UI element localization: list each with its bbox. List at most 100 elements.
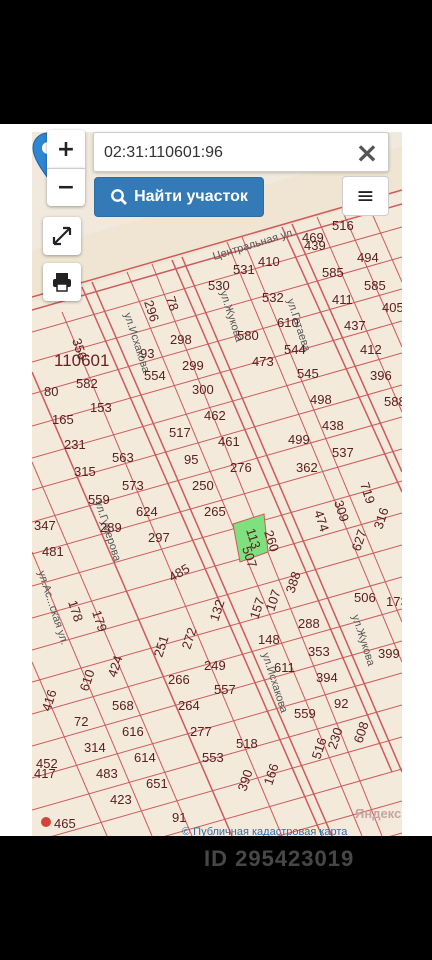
map-edge-marker [41, 817, 51, 827]
parcel-number: 299 [182, 358, 204, 373]
parcel-number: 265 [204, 504, 226, 519]
parcel-number: 588 [384, 394, 402, 409]
parcel-number: 559 [294, 706, 316, 721]
parcel-number: 264 [178, 698, 200, 713]
parcel-number: 557 [214, 682, 236, 697]
parcel-number: 608 [351, 720, 372, 745]
parcel-number: 554 [144, 368, 166, 383]
cadastral-map[interactable]: Центральная ул. ул.Гатаева ул.Жукова ул.… [32, 132, 402, 836]
parcel-number: 288 [298, 616, 320, 631]
parcel-number: 249 [204, 658, 226, 673]
parcel-number: 474 [311, 508, 332, 533]
parcel-number: 91 [172, 810, 186, 825]
parcel-number: 166 [261, 762, 282, 787]
parcel-number: 517 [169, 425, 191, 440]
parcel-number: 498 [310, 392, 332, 407]
parcel-number: 506 [354, 590, 376, 605]
find-parcel-button[interactable]: Найти участок [94, 177, 264, 217]
parcel-number: 494 [357, 250, 379, 265]
parcel-number: 481 [42, 544, 64, 559]
cadastral-number-input[interactable] [104, 141, 344, 165]
parcel-number: 437 [344, 318, 366, 333]
parcel-number: 416 [39, 688, 60, 713]
parcel-number: 405 [382, 300, 402, 315]
parcel-number: 412 [360, 342, 382, 357]
parcel-number: 315 [74, 464, 96, 479]
parcel-number: 300 [192, 382, 214, 397]
parcel-number: 544 [284, 342, 306, 357]
parcel-number: 316 [371, 506, 392, 531]
close-icon: × [355, 135, 379, 169]
parcel-number: 516 [309, 736, 330, 761]
parcel-number: 296 [141, 298, 162, 323]
parcel-number: 580 [237, 328, 259, 343]
parcel-number: 347 [34, 518, 56, 533]
printer-icon [53, 273, 71, 292]
parcel-number: 573 [122, 478, 144, 493]
expand-icon [52, 226, 72, 246]
parcel-number: 627 [349, 528, 370, 553]
parcel-number: 516 [332, 218, 354, 233]
parcel-number: 132 [207, 598, 228, 623]
parcel-number: 614 [134, 750, 156, 765]
street-label-west: ул.Ас...ская ул. [35, 569, 70, 646]
parcel-number: 461 [218, 434, 240, 449]
parcel-number: 173 [386, 594, 402, 609]
parcel-number: 610 [277, 315, 299, 330]
parcel-number: 179 [89, 608, 110, 633]
parcel-number: 309 [331, 498, 352, 523]
parcel-number: 532 [262, 290, 284, 305]
parcel-number: 553 [202, 750, 224, 765]
parcel-number: 399 [378, 646, 400, 661]
parcel-number: 314 [84, 740, 106, 755]
top-black-bar [0, 0, 432, 124]
clear-search-button[interactable]: × [352, 135, 382, 169]
parcel-number: 78 [163, 294, 182, 312]
parcel-number: 272 [179, 626, 200, 651]
parcel-number: 80 [44, 384, 58, 399]
parcel-number: 568 [112, 698, 134, 713]
parcel-number: 277 [190, 724, 212, 739]
parcel-number: 396 [370, 368, 392, 383]
parcel-number: 178 [65, 598, 86, 623]
parcel-number: 559 [88, 492, 110, 507]
parcel-number: 719 [357, 480, 378, 505]
map-canvas[interactable]: Центральная ул. ул.Гатаева ул.Жукова ул.… [32, 132, 402, 836]
parcel-number: 545 [297, 366, 319, 381]
zoom-in-button[interactable]: + [47, 130, 85, 168]
parcel-number: 585 [364, 278, 386, 293]
parcel-number: 518 [236, 736, 258, 751]
fullscreen-button[interactable] [43, 217, 81, 255]
parcel-number: 624 [136, 504, 158, 519]
parcel-number: 390 [235, 768, 256, 793]
parcel-number: 531 [233, 262, 255, 277]
parcel-number: 465 [54, 816, 76, 831]
print-button[interactable] [43, 263, 81, 301]
parcel-number: 616 [122, 724, 144, 739]
zoom-out-button[interactable]: − [47, 168, 85, 206]
parcel-number: 410 [258, 254, 280, 269]
parcel-number: 95 [184, 452, 198, 467]
parcel-number: 462 [204, 408, 226, 423]
menu-button[interactable]: ≡ [342, 176, 389, 216]
parcel-number: 289 [100, 520, 122, 535]
parcel-number: 297 [148, 530, 170, 545]
parcel-number: 563 [112, 450, 134, 465]
parcel-number: 251 [151, 634, 172, 659]
parcel-number: 92 [334, 696, 348, 711]
parcel-number: 165 [52, 412, 74, 427]
parcel-number: 93 [140, 346, 154, 361]
parcel-number: 353 [308, 644, 330, 659]
cadastral-search-box: × [93, 132, 389, 172]
parcel-number: 417 [34, 766, 56, 781]
search-icon [111, 189, 128, 205]
street-label-zhukova-2: ул.Жукова [349, 613, 377, 668]
find-parcel-label: Найти участок [134, 188, 248, 205]
parcel-number: 394 [316, 670, 338, 685]
parcel-number: 423 [110, 792, 132, 807]
parcel-number: 530 [208, 278, 230, 293]
parcel-number: 485 [166, 561, 192, 585]
parcel-number: 276 [230, 460, 252, 475]
parcel-number: 388 [283, 570, 304, 595]
parcel-number: 298 [170, 332, 192, 347]
